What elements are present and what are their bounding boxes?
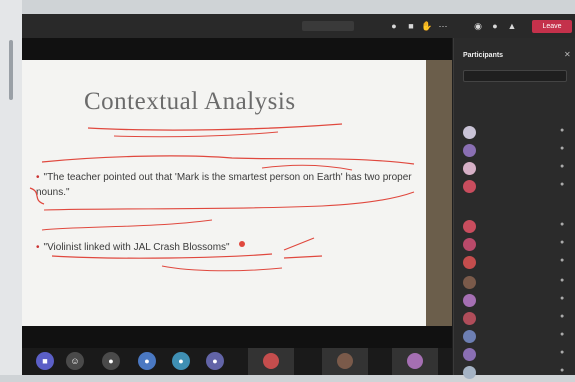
participant-row[interactable]: ● — [460, 274, 572, 292]
participant-row[interactable]: ● — [460, 328, 572, 346]
participant-row[interactable]: ● — [460, 160, 572, 178]
participant-name — [482, 144, 542, 150]
avatar — [463, 294, 476, 307]
desktop-left-strip — [0, 0, 22, 375]
bottom-control-bar: ■ ☺ ● ● ● ● — [22, 348, 452, 375]
mic-icon[interactable]: ● — [489, 20, 501, 32]
mic-icon: ● — [560, 367, 565, 374]
participant-name — [482, 126, 542, 132]
participant-row[interactable]: ● — [460, 142, 572, 160]
avatar — [263, 353, 279, 369]
slide-title: Contextual Analysis — [84, 88, 296, 115]
mic-icon: ● — [560, 331, 565, 338]
leave-button[interactable]: Leave — [532, 20, 572, 33]
more-icon[interactable]: ⋯ — [437, 20, 449, 32]
scroll-rail[interactable] — [9, 40, 13, 100]
avatar — [463, 238, 476, 251]
camera-icon[interactable]: ◉ — [472, 20, 484, 32]
participant-row[interactable]: ● — [460, 292, 572, 310]
slide-edge-dark — [426, 60, 452, 326]
participant-row[interactable]: ● — [460, 236, 572, 254]
video-icon[interactable]: ● — [138, 352, 156, 370]
slide-bullet: • "Violinist linked with JAL Crash Blosso… — [36, 240, 336, 255]
video-thumbnail[interactable] — [392, 348, 438, 375]
participant-name — [482, 348, 542, 354]
participant-name — [482, 180, 542, 186]
avatar — [463, 256, 476, 269]
avatar — [463, 366, 476, 379]
participant-name — [482, 256, 542, 262]
chat-icon[interactable]: ■ — [36, 352, 54, 370]
chat-icon[interactable]: ■ — [405, 20, 417, 32]
avatar — [463, 126, 476, 139]
bullet-dot-icon: • — [36, 172, 40, 183]
mic-icon: ● — [560, 181, 565, 188]
bullet-dot-icon: • — [36, 242, 40, 253]
panel-title: Participants — [463, 52, 504, 59]
slide-bullet-text: "The teacher pointed out that 'Mark is t… — [36, 172, 412, 198]
meeting-timer — [302, 21, 354, 31]
close-icon[interactable]: ✕ — [564, 50, 571, 59]
mic-icon: ● — [560, 277, 565, 284]
avatar — [463, 348, 476, 361]
participant-name — [482, 162, 542, 168]
mic-icon: ● — [560, 295, 565, 302]
mic-icon: ● — [560, 257, 565, 264]
presentation-slide: Contextual Analysis • "The teacher pointe… — [22, 60, 426, 326]
avatar — [463, 162, 476, 175]
participant-row[interactable]: ● — [460, 364, 572, 382]
participant-row[interactable]: ● — [460, 310, 572, 328]
participant-name — [482, 276, 542, 282]
avatar — [407, 353, 423, 369]
avatar — [463, 330, 476, 343]
participant-search-input[interactable] — [463, 70, 567, 82]
participant-name — [482, 330, 542, 336]
participant-row[interactable]: ● — [460, 218, 572, 236]
avatar — [463, 180, 476, 193]
share-icon[interactable]: ▲ — [506, 20, 518, 32]
participant-name — [482, 220, 542, 226]
slide-bullet-text: "Violinist linked with JAL Crash Blossom… — [43, 242, 230, 253]
participant-row[interactable]: ● — [460, 178, 572, 196]
participant-row[interactable]: ● — [460, 346, 572, 364]
meeting-window: ● ■ ✋ ⋯ ◉ ● ▲ Leave Contextual Analysis … — [22, 14, 575, 379]
video-thumbnail[interactable] — [322, 348, 368, 375]
participant-row[interactable]: ● — [460, 254, 572, 272]
mic-icon: ● — [560, 221, 565, 228]
avatar — [337, 353, 353, 369]
participant-row[interactable]: ● — [460, 124, 572, 142]
mic-icon: ● — [560, 313, 565, 320]
mic-icon: ● — [560, 239, 565, 246]
participants-icon[interactable]: ● — [102, 352, 120, 370]
mic-icon: ● — [560, 127, 565, 134]
participant-name — [482, 294, 542, 300]
participant-name — [482, 366, 542, 372]
avatar — [463, 312, 476, 325]
reactions-icon[interactable]: ☺ — [66, 352, 84, 370]
more-icon[interactable]: ● — [206, 352, 224, 370]
meeting-top-bar: ● ■ ✋ ⋯ ◉ ● ▲ Leave — [22, 14, 575, 38]
avatar — [463, 276, 476, 289]
raise-hand-icon[interactable]: ✋ — [421, 20, 433, 32]
video-thumbnail[interactable] — [248, 348, 294, 375]
participant-name — [482, 238, 542, 244]
avatar — [463, 220, 476, 233]
participant-name — [482, 312, 542, 318]
share-icon[interactable]: ● — [172, 352, 190, 370]
mic-icon: ● — [560, 349, 565, 356]
shared-content-stage: Contextual Analysis • "The teacher pointe… — [22, 38, 452, 348]
slide-bullet: • "The teacher pointed out that 'Mark is … — [36, 170, 416, 200]
people-icon[interactable]: ● — [388, 20, 400, 32]
participants-panel: Participants ✕ ● ● ● ● ● ● ● ● ● ● ● ● ● — [453, 38, 575, 379]
mic-icon: ● — [560, 163, 565, 170]
avatar — [463, 144, 476, 157]
mic-icon: ● — [560, 145, 565, 152]
